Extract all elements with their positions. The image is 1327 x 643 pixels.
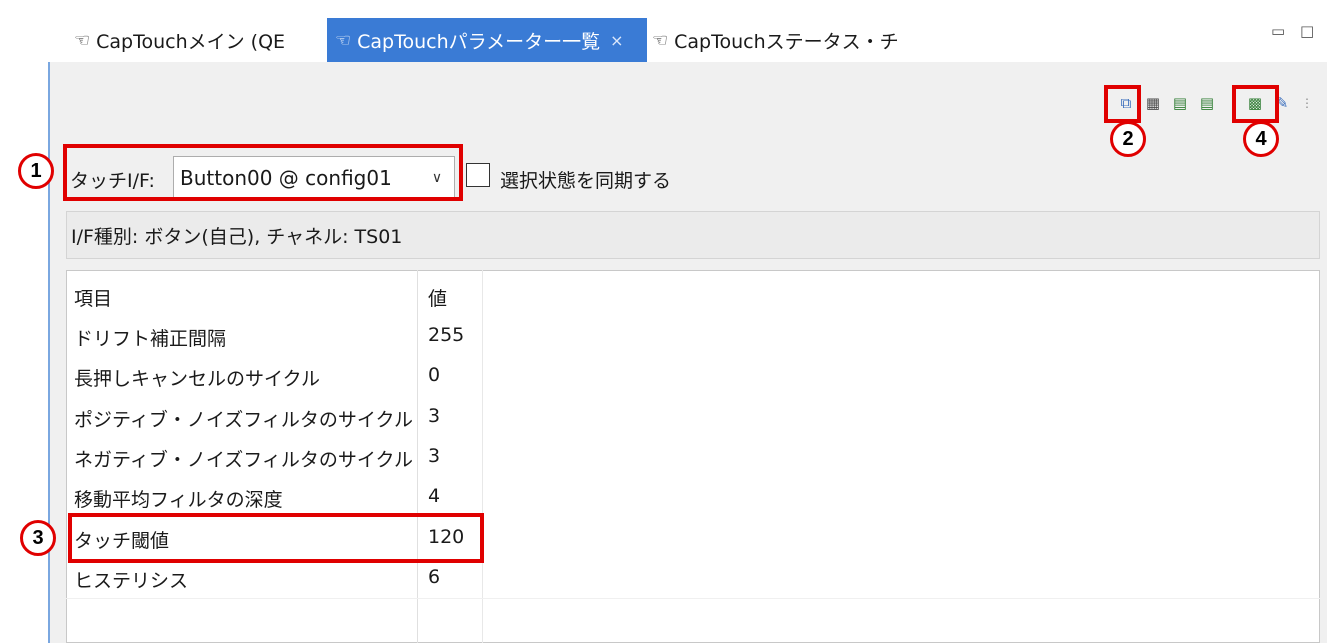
hand-pointer-icon: ☜: [652, 29, 669, 51]
parameter-name: ポジティブ・ノイズフィルタのサイクル: [74, 409, 413, 431]
annotation-box-3: [68, 513, 484, 563]
annotation-marker-2: 2: [1110, 121, 1146, 157]
parameter-name: ヒステリシス: [74, 570, 189, 592]
annotation-box-2: [1104, 85, 1141, 123]
table-row[interactable]: ヒステリシス 6: [66, 558, 1320, 598]
hand-pointer-icon: ☜: [335, 29, 352, 51]
editor-tab-bar: ☜ CapTouchメイン (QE ☜ CapTouchパラメーター一覧 × ☜…: [0, 0, 1327, 62]
column-header-value[interactable]: 値: [428, 284, 447, 311]
column-header-item[interactable]: 項目: [74, 284, 112, 311]
parameter-value[interactable]: 4: [428, 485, 440, 507]
hand-pointer-icon: ☜: [74, 29, 91, 51]
parameter-name: 移動平均フィルタの深度: [74, 489, 283, 511]
tab-captouch-parameter-list[interactable]: ☜ CapTouchパラメーター一覧 ×: [327, 18, 647, 62]
view-menu-icon[interactable]: ⋮: [1298, 94, 1316, 112]
table-row[interactable]: ドリフト補正間隔 255: [66, 316, 1320, 356]
sync-selection-checkbox[interactable]: [466, 163, 490, 187]
table-row[interactable]: 長押しキャンセルのサイクル 0: [66, 356, 1320, 396]
table-row[interactable]: ポジティブ・ノイズフィルタのサイクル 3: [66, 397, 1320, 437]
export-table-icon[interactable]: ▤: [1171, 94, 1189, 112]
annotation-marker-3: 3: [20, 520, 56, 556]
tab-label: CapTouchパラメーター一覧: [357, 30, 601, 53]
tab-captouch-main[interactable]: ☜ CapTouchメイン (QE: [74, 18, 324, 62]
sync-selection-label[interactable]: 選択状態を同期する: [500, 166, 671, 193]
close-icon[interactable]: ×: [610, 31, 623, 50]
tab-label: CapTouchステータス・チ: [674, 30, 899, 53]
annotation-marker-4: 4: [1243, 121, 1279, 157]
table-row[interactable]: ネガティブ・ノイズフィルタのサイクル 3: [66, 437, 1320, 477]
maximize-icon[interactable]: □: [1300, 22, 1314, 40]
interface-info-text: I/F種別: ボタン(自己), チャネル: TS01: [71, 225, 403, 248]
parameter-value[interactable]: 3: [428, 405, 440, 427]
annotation-box-1: [63, 144, 463, 201]
tab-captouch-status-chart[interactable]: ☜ CapTouchステータス・チ: [652, 18, 952, 62]
parameter-value[interactable]: 0: [428, 364, 440, 386]
table-row[interactable]: 移動平均フィルタの深度 4: [66, 477, 1320, 517]
row-divider: [66, 598, 1320, 599]
tab-label: CapTouchメイン (QE: [96, 30, 286, 53]
import-table-icon[interactable]: ▤: [1198, 94, 1216, 112]
parameter-name: 長押しキャンセルのサイクル: [74, 368, 321, 390]
annotation-marker-1: 1: [18, 153, 54, 189]
parameter-name: ドリフト補正間隔: [74, 328, 227, 350]
annotation-box-4: [1232, 85, 1279, 123]
interface-info-bar: I/F種別: ボタン(自己), チャネル: TS01: [66, 211, 1320, 259]
parameter-value[interactable]: 6: [428, 566, 440, 588]
table-view-icon[interactable]: ▦: [1144, 94, 1162, 112]
parameter-value[interactable]: 255: [428, 324, 464, 346]
parameter-name: ネガティブ・ノイズフィルタのサイクル: [74, 449, 413, 471]
minimize-icon[interactable]: ▭: [1271, 22, 1285, 40]
table-header-row: 項目 値: [66, 276, 1320, 316]
parameter-value[interactable]: 3: [428, 445, 440, 467]
